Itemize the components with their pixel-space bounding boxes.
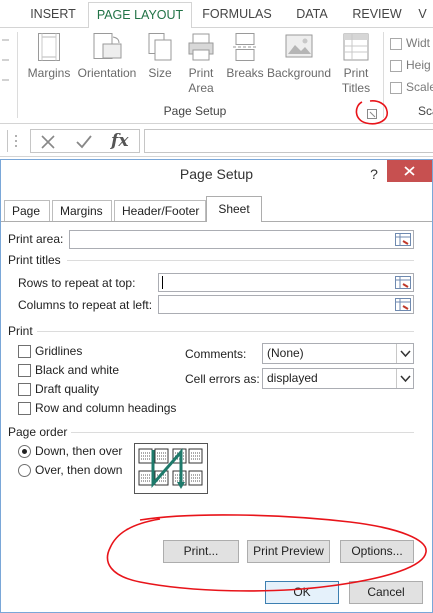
size-button[interactable]: Size: [143, 32, 177, 81]
insert-function-icon[interactable]: fx: [111, 131, 128, 151]
page-order-section-label: Page order: [8, 425, 68, 439]
height-control[interactable]: Heig: [390, 56, 431, 74]
tab-formulas[interactable]: FORMULAS: [194, 0, 280, 28]
text-caret: [162, 276, 163, 289]
print-titles-section-label: Print titles: [8, 253, 61, 267]
tab-view-partial[interactable]: V: [412, 0, 433, 28]
orientation-label: Orientation: [77, 66, 137, 80]
formula-bar: fx: [0, 125, 433, 157]
row-column-headings-checkbox[interactable]: [18, 402, 31, 415]
print-titles-icon: [343, 33, 369, 61]
section-divider: [37, 331, 414, 332]
draft-quality-label: Draft quality: [35, 382, 100, 396]
chevron-down-icon: [396, 369, 413, 388]
page-setup-group-label: Page Setup: [163, 104, 227, 118]
tab-insert[interactable]: INSERT: [20, 0, 86, 28]
margins-label: Margins: [27, 66, 71, 80]
range-select-icon: [395, 233, 411, 246]
formula-bar-dots: [14, 134, 18, 148]
scale-group-label: Sca: [418, 104, 433, 118]
print-titles-label: Print Titles: [341, 66, 371, 95]
range-select-icon: [395, 298, 411, 311]
tab-sheet[interactable]: Sheet: [206, 196, 262, 222]
width-icon: [390, 37, 402, 50]
tab-page-layout[interactable]: PAGE LAYOUT: [88, 2, 192, 29]
over-then-down-radio[interactable]: [18, 464, 31, 477]
rows-to-repeat-label: Rows to repeat at top:: [18, 276, 136, 290]
columns-to-repeat-input[interactable]: [158, 295, 414, 314]
tab-margins[interactable]: Margins: [52, 200, 112, 221]
close-icon: [404, 166, 415, 176]
height-label: Heig: [406, 58, 431, 72]
width-label: Widt: [406, 36, 430, 50]
size-label: Size: [148, 66, 172, 80]
formula-input[interactable]: [144, 129, 433, 153]
down-then-over-label: Down, then over: [35, 444, 123, 458]
breaks-label: Breaks: [226, 66, 264, 80]
scale-icon: [390, 81, 402, 94]
group-separator: [17, 32, 18, 118]
cell-errors-select[interactable]: displayed: [262, 368, 414, 389]
enter-check-icon[interactable]: [75, 133, 93, 154]
rows-collapse-button[interactable]: [394, 274, 412, 291]
gridlines-checkbox[interactable]: [18, 345, 31, 358]
row-column-headings-label: Row and column headings: [35, 401, 177, 415]
breaks-icon: [233, 33, 257, 61]
print-section-label: Print: [8, 324, 33, 338]
name-box-edge: [0, 130, 8, 152]
rows-to-repeat-input[interactable]: [158, 273, 414, 292]
width-control[interactable]: Widt: [390, 34, 430, 52]
help-button[interactable]: ?: [363, 162, 385, 186]
columns-to-repeat-label: Columns to repeat at left:: [18, 298, 153, 312]
print-area-collapse-button[interactable]: [394, 231, 412, 248]
print-area-label: Print area:: [8, 232, 64, 246]
background-label: Background: [266, 66, 332, 80]
size-icon: [148, 33, 172, 61]
tab-review[interactable]: REVIEW: [344, 0, 410, 28]
columns-collapse-button[interactable]: [394, 296, 412, 313]
close-button[interactable]: [387, 160, 432, 182]
scale-control[interactable]: Scale: [390, 78, 433, 96]
height-icon: [390, 59, 402, 72]
print-titles-button[interactable]: Print Titles: [337, 32, 375, 96]
cell-errors-value: displayed: [267, 371, 318, 385]
margins-icon: [38, 33, 60, 61]
orientation-icon: [93, 33, 122, 59]
black-and-white-label: Black and white: [35, 363, 120, 377]
section-divider: [71, 432, 414, 433]
down-then-over-radio[interactable]: [18, 445, 31, 458]
cancel-entry-icon[interactable]: [39, 133, 57, 154]
background-button[interactable]: Background: [266, 32, 332, 81]
page-order-preview: [134, 443, 208, 494]
section-divider: [67, 260, 414, 261]
formula-buttons: fx: [30, 129, 140, 153]
print-area-input[interactable]: [69, 230, 414, 249]
scale-label: Scale: [406, 80, 433, 94]
black-and-white-checkbox[interactable]: [18, 364, 31, 377]
tab-header-footer[interactable]: Header/Footer: [114, 200, 206, 221]
cell-errors-label: Cell errors as:: [185, 372, 260, 386]
print-area-icon: [188, 33, 214, 61]
annotation-ellipse: [106, 514, 427, 592]
comments-label: Comments:: [185, 347, 247, 361]
gridlines-label: Gridlines: [35, 344, 83, 358]
annotation-circle: [355, 100, 388, 125]
print-area-button[interactable]: Print Area: [183, 32, 219, 96]
comments-select[interactable]: (None): [262, 343, 414, 364]
comments-value: (None): [267, 346, 304, 360]
tab-page[interactable]: Page: [4, 200, 50, 221]
orientation-button[interactable]: Orientation: [74, 32, 140, 81]
chevron-down-icon: [396, 344, 413, 363]
margins-button[interactable]: Margins: [22, 32, 76, 81]
previous-group-edge: [0, 36, 12, 96]
over-then-down-label: Over, then down: [35, 463, 123, 477]
range-select-icon: [395, 276, 411, 289]
background-icon: [285, 34, 313, 58]
page-order-diagram-icon: [138, 448, 203, 489]
ribbon-tab-bar: INSERT PAGE LAYOUT FORMULAS DATA REVIEW …: [0, 0, 433, 29]
print-area-label: Print Area: [188, 66, 214, 95]
tab-data[interactable]: DATA: [284, 0, 340, 28]
breaks-button[interactable]: Breaks: [225, 32, 265, 81]
draft-quality-checkbox[interactable]: [18, 383, 31, 396]
